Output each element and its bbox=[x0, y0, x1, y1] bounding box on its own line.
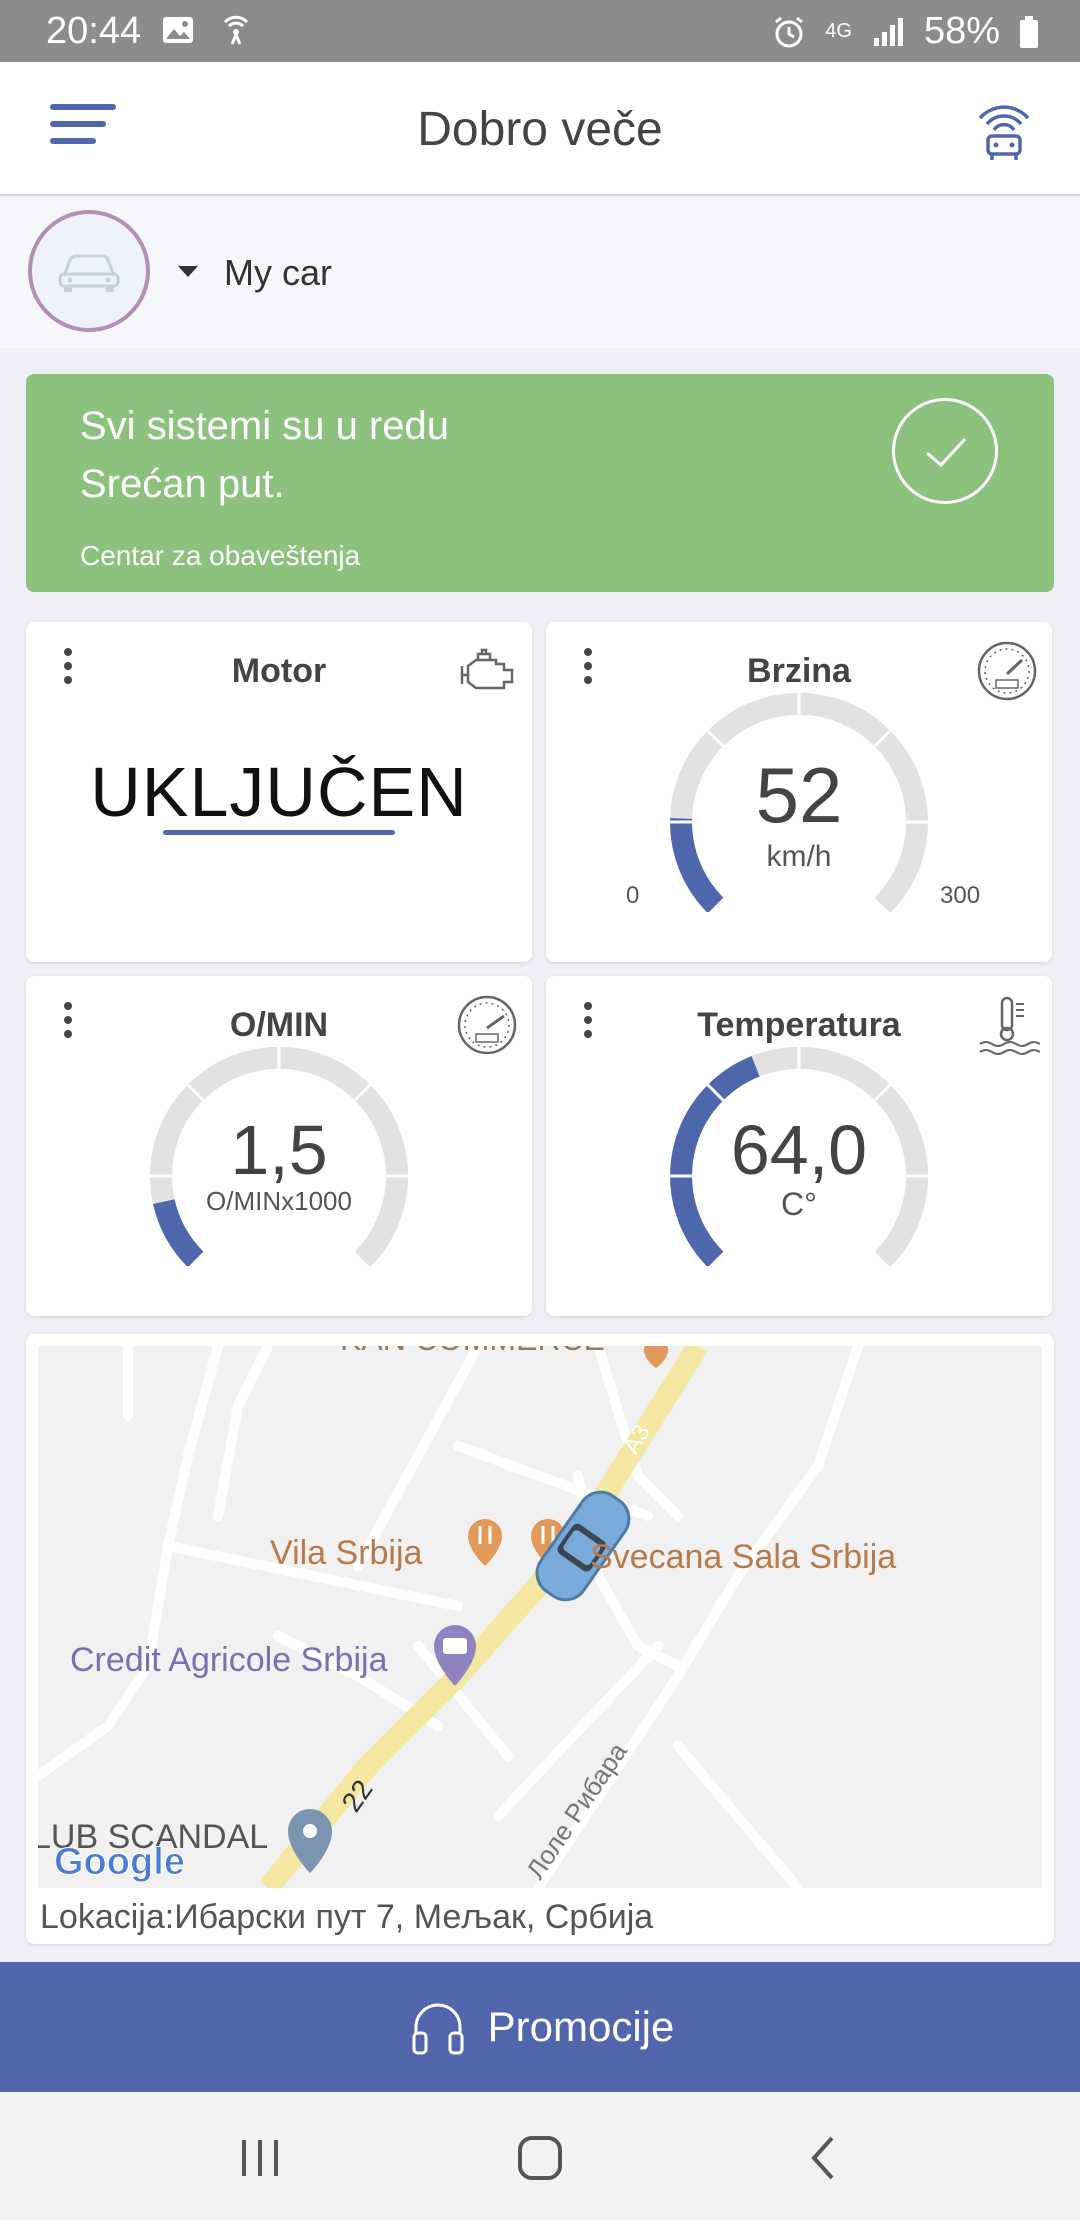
check-icon bbox=[892, 398, 998, 504]
promotions-button[interactable]: Promocije bbox=[0, 1962, 1080, 2092]
speed-max-label: 300 bbox=[940, 882, 981, 909]
speed-value: 52 bbox=[755, 751, 843, 839]
map-view[interactable]: KAN COMMERCE Vila Srbija Svecana Sala Sr… bbox=[38, 1346, 1042, 1888]
map-label-credit: Credit Agricole Srbija bbox=[70, 1641, 388, 1679]
car-avatar[interactable] bbox=[28, 210, 150, 332]
map-label-poi-top: KAN COMMERCE bbox=[340, 1346, 605, 1357]
status-time: 20:44 bbox=[46, 10, 142, 52]
car-name[interactable]: My car bbox=[224, 252, 332, 294]
car-icon bbox=[58, 254, 120, 292]
rpm-value: 1,5 bbox=[230, 1111, 328, 1189]
alarm-icon bbox=[775, 16, 804, 47]
rpm-card[interactable]: O/MIN 1,5 O/MINx1000 bbox=[26, 976, 532, 1316]
tachometer-icon bbox=[457, 995, 517, 1055]
rpm-unit: O/MINx1000 bbox=[206, 1186, 352, 1216]
recent-apps-icon[interactable] bbox=[230, 2128, 290, 2188]
car-connection-button[interactable] bbox=[968, 94, 1040, 166]
app-bar: Dobro veče bbox=[0, 62, 1080, 196]
engine-status-underline bbox=[163, 830, 395, 835]
system-nav-bar bbox=[0, 2092, 1080, 2220]
back-icon[interactable] bbox=[794, 2128, 854, 2188]
location-text: Lokacija:Ибарски пут 7, Мељак, Србија bbox=[40, 1898, 653, 1937]
image-icon bbox=[163, 17, 193, 43]
home-icon[interactable] bbox=[510, 2128, 570, 2188]
temperature-unit: C° bbox=[781, 1186, 817, 1222]
signal-icon bbox=[873, 17, 903, 46]
battery-level: 58% bbox=[923, 10, 1000, 52]
status-message: Svi sistemi su u redu bbox=[80, 404, 450, 448]
engine-status-value: UKLJUČEN bbox=[90, 753, 468, 831]
motor-card[interactable]: Motor UKLJUČEN bbox=[26, 622, 532, 962]
map-label-sala: Svecana Sala Srbija bbox=[590, 1538, 896, 1576]
battery-icon bbox=[1020, 15, 1038, 48]
location-card[interactable]: KAN COMMERCE Vila Srbija Svecana Sala Sr… bbox=[26, 1334, 1054, 1944]
map-label-vila: Vila Srbija bbox=[270, 1534, 423, 1572]
temperature-value: 64,0 bbox=[730, 1111, 868, 1189]
status-submessage: Srećan put. bbox=[80, 462, 285, 506]
speedometer-icon bbox=[977, 641, 1037, 701]
temperature-card[interactable]: Temperatura 64,0 C° bbox=[546, 976, 1052, 1316]
status-banner[interactable]: Svi sistemi su u redu Srećan put. Centar… bbox=[26, 374, 1054, 592]
hotspot-icon bbox=[223, 15, 249, 45]
network-type: 4G bbox=[825, 20, 852, 42]
speed-min-label: 0 bbox=[626, 882, 640, 909]
chevron-down-icon[interactable] bbox=[178, 266, 198, 277]
google-logo: Google bbox=[54, 1841, 185, 1883]
page-title: Dobro veče bbox=[417, 103, 663, 156]
engine-icon bbox=[460, 648, 514, 690]
location-address: Ибарски пут 7, Мељак, Србија bbox=[174, 1898, 654, 1936]
status-bar: 20:44 4G 58% bbox=[0, 0, 1080, 62]
car-selector[interactable]: My car bbox=[0, 198, 1080, 348]
car-wifi-icon bbox=[978, 105, 1030, 160]
promotions-label: Promocije bbox=[487, 2003, 675, 2050]
headphones-icon bbox=[412, 2003, 464, 2055]
location-label: Lokacija: bbox=[40, 1898, 175, 1936]
speed-unit: km/h bbox=[766, 840, 832, 873]
coolant-temperature-icon bbox=[979, 996, 1040, 1055]
map-canvas[interactable]: KAN COMMERCE Vila Srbija Svecana Sala Sr… bbox=[38, 1346, 1042, 1888]
speed-card[interactable]: Brzina 52 km/h 0 300 bbox=[546, 622, 1052, 962]
notification-center-link[interactable]: Centar za obaveštenja bbox=[80, 540, 360, 572]
